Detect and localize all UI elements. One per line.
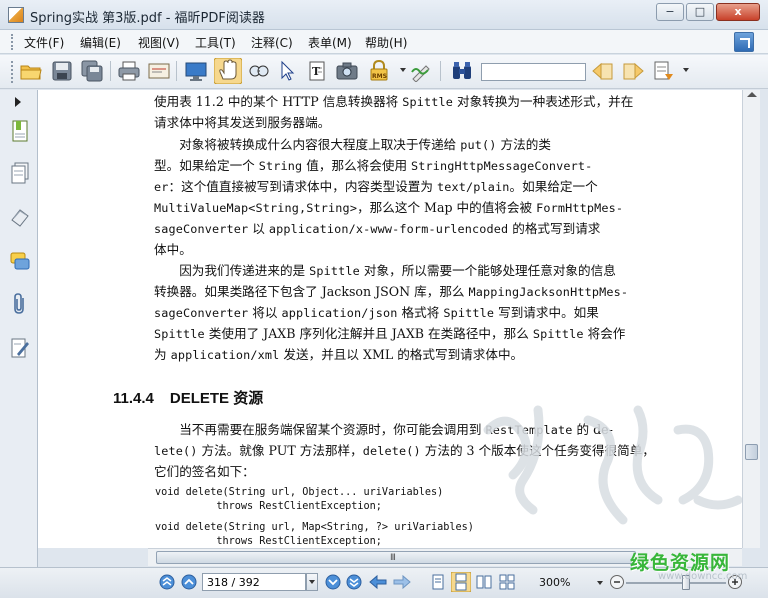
signature-icon[interactable] — [410, 60, 432, 82]
zoom-slider-track[interactable] — [626, 582, 726, 584]
text-select-icon[interactable]: T — [306, 60, 328, 82]
pdf-page: 使用表 11.2 中的某个 HTTP 信息转换器将 Spittle 对象转换为一… — [38, 90, 742, 548]
section-number: 11.4.4 — [113, 390, 154, 407]
text-line: 为 application/xml 发送，并且以 XML 的格式写到请求体中。 — [154, 347, 524, 362]
text-line: 对象将被转换成什么内容很大程度上取决于传递给 put() 方法的类 — [154, 137, 551, 152]
site-watermark-url: www.downcc.com — [658, 571, 748, 582]
hand-tool-icon[interactable] — [214, 58, 242, 84]
menu-bar: 文件(F) 编辑(E) 视图(V) 工具(T) 注释(C) 表单(M) 帮助(H… — [0, 30, 768, 54]
navigation-panel — [0, 90, 38, 568]
horizontal-scroll-thumb[interactable]: III — [156, 551, 636, 564]
page-dropdown-button[interactable] — [306, 573, 318, 591]
save-icon[interactable] — [51, 60, 73, 82]
code-line: void delete(String url, Map<String, ?> u… — [155, 522, 474, 533]
vertical-scrollbar[interactable] — [742, 90, 760, 548]
code-line: throws RestClientException; — [155, 536, 382, 547]
highlight-dropdown-arrow[interactable] — [683, 68, 689, 72]
menu-tools[interactable]: 工具(T) — [195, 34, 236, 51]
signatures-icon[interactable] — [10, 337, 30, 359]
text-line: sageConverter 以 application/x-www-form-u… — [154, 221, 601, 236]
maximize-button[interactable]: □ — [686, 3, 714, 21]
zoom-dropdown-arrow[interactable] — [597, 581, 603, 585]
find-next-icon[interactable] — [622, 60, 644, 82]
save-all-icon[interactable] — [81, 60, 103, 82]
text-line: 它们的签名如下： — [154, 464, 255, 479]
menu-edit[interactable]: 编辑(E) — [80, 34, 121, 51]
menu-grip[interactable] — [11, 34, 14, 50]
rms-dropdown-arrow[interactable] — [400, 68, 406, 72]
last-page-icon[interactable] — [346, 574, 362, 590]
facing-icon[interactable] — [476, 574, 492, 590]
print-icon[interactable] — [118, 60, 140, 82]
pages-thumbnail-icon[interactable] — [10, 162, 30, 184]
rms-label: RMS — [372, 73, 387, 80]
first-page-icon[interactable] — [159, 574, 175, 590]
find-prev-icon[interactable] — [592, 60, 614, 82]
document-view[interactable]: 使用表 11.2 中的某个 HTTP 信息转换器将 Spittle 对象转换为一… — [38, 90, 742, 548]
menu-view[interactable]: 视图(V) — [138, 34, 180, 51]
minimize-button[interactable]: − — [656, 3, 684, 21]
menu-comment[interactable]: 注释(C) — [251, 34, 293, 51]
text-line: sageConverter 将以 application/json 格式将 Sp… — [154, 305, 599, 320]
go-back-icon[interactable] — [369, 574, 387, 590]
cut-off-line — [154, 90, 694, 91]
panel-expand-arrow-icon[interactable] — [15, 97, 21, 107]
menu-form[interactable]: 表单(M) — [308, 34, 352, 51]
attachments-icon[interactable] — [10, 293, 30, 315]
code-line: throws RestClientException; — [155, 501, 382, 512]
find-input[interactable] — [481, 63, 586, 81]
code-line: void delete(String url, Object... uriVar… — [155, 487, 444, 498]
title-bar: Spring实战 第3版.pdf - 福昕PDF阅读器 − □ x — [0, 0, 768, 30]
text-line: 当不再需要在服务端保留某个资源时，你可能会调用到 RestTemplate 的 … — [154, 422, 613, 437]
restore-layout-icon[interactable] — [734, 32, 754, 52]
menu-file[interactable]: 文件(F) — [24, 34, 64, 51]
vertical-scroll-thumb[interactable] — [745, 444, 758, 460]
fullscreen-icon[interactable] — [185, 60, 207, 82]
highlight-icon[interactable] — [653, 60, 675, 82]
app-pencil-icon — [8, 7, 24, 23]
text-line: Spittle 类使用了 JAXB 序列化注解并且 JAXB 在类路径中，那么 … — [154, 326, 626, 341]
zoom-out-icon[interactable] — [609, 574, 625, 590]
comments-icon[interactable] — [10, 250, 30, 272]
scan-icon[interactable] — [148, 60, 170, 82]
open-folder-icon[interactable] — [20, 60, 42, 82]
text-line: 请求体中将其发送到服务器端。 — [154, 115, 331, 130]
snapshot-icon[interactable] — [336, 60, 358, 82]
toolbar-grip[interactable] — [11, 61, 14, 83]
scroll-grip: III — [390, 553, 396, 563]
rms-lock-icon[interactable]: RMS — [368, 60, 390, 82]
text-line: 使用表 11.2 中的某个 HTTP 信息转换器将 Spittle 对象转换为一… — [154, 94, 634, 109]
section-heading: 11.4.4 DELETE 资源 — [113, 387, 279, 408]
text-line: 转换器。如果类路径下包含了 Jackson JSON 库，那么 MappingJ… — [154, 284, 629, 299]
toolbar-separator — [440, 61, 441, 81]
toolbar-separator — [110, 61, 111, 81]
text-line: 型。如果给定一个 String 值，那么将会使用 StringHttpMessa… — [154, 158, 593, 173]
toolbar-separator — [176, 61, 177, 81]
go-forward-icon[interactable] — [393, 574, 411, 590]
text-line: 体中。 — [154, 242, 192, 257]
continuous-facing-icon[interactable] — [499, 574, 515, 590]
text-line: MultiValueMap<String,String>，那么这个 Map 中的… — [154, 200, 624, 215]
text-line: 因为我们传递进来的是 Spittle 对象，所以需要一个能够处理任意对象的信息 — [154, 263, 616, 278]
select-arrow-icon[interactable] — [276, 60, 298, 82]
toolbar: T RMS — [0, 55, 768, 89]
section-title: DELETE 资源 — [169, 390, 264, 407]
text-line: er：这个值直接被写到请求体中，内容类型设置为 text/plain。如果给定一… — [154, 179, 598, 194]
binoculars-icon[interactable] — [451, 60, 473, 82]
close-button[interactable]: x — [716, 3, 760, 21]
next-page-icon[interactable] — [325, 574, 341, 590]
prev-page-icon[interactable] — [181, 574, 197, 590]
bookmarks-icon[interactable] — [10, 120, 30, 142]
zoom-tool-icon[interactable] — [247, 60, 269, 82]
window-title: Spring实战 第3版.pdf - 福昕PDF阅读器 — [30, 11, 265, 26]
single-page-icon[interactable] — [430, 574, 446, 590]
zoom-level[interactable]: 300% — [539, 576, 570, 589]
text-line: lete() 方法。就像 PUT 方法那样，delete() 方法的 3 个版本… — [154, 443, 655, 458]
continuous-icon[interactable] — [451, 572, 471, 592]
scroll-up-arrow-icon[interactable] — [747, 92, 757, 97]
page-number-input[interactable] — [202, 573, 306, 591]
menu-help[interactable]: 帮助(H) — [365, 34, 407, 51]
layers-icon[interactable] — [10, 206, 30, 228]
